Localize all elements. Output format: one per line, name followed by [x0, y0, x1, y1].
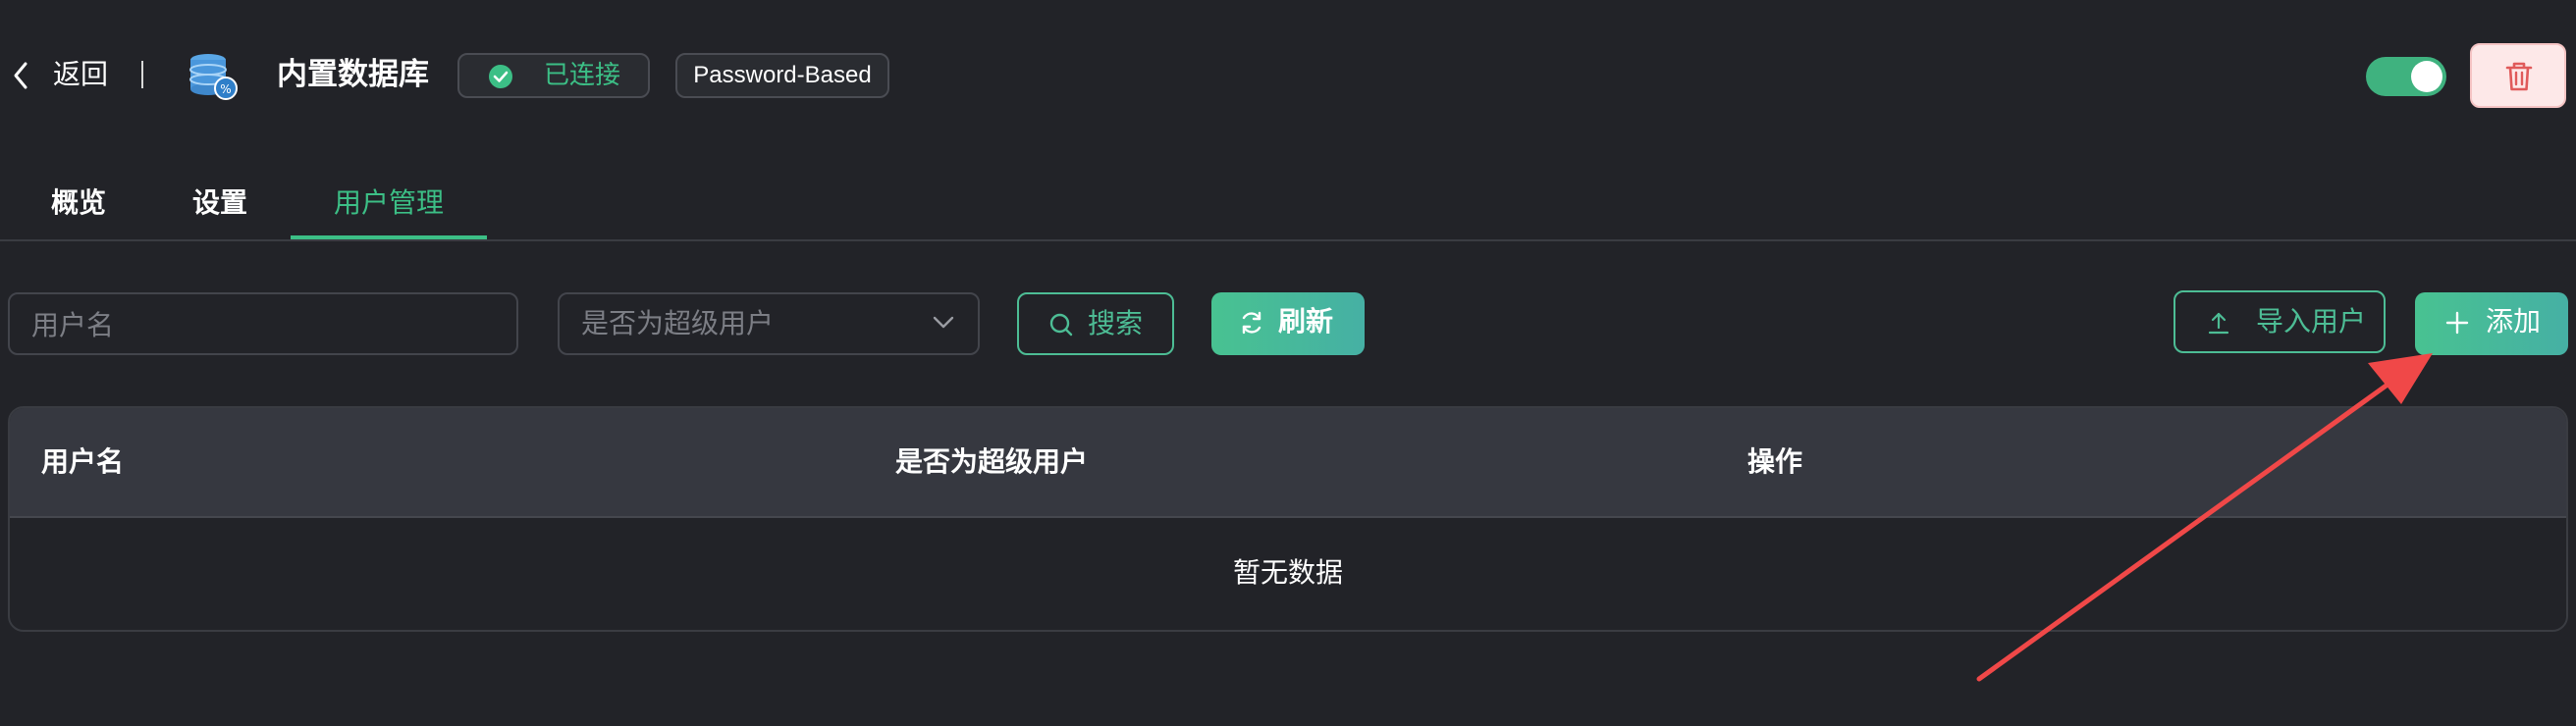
auth-type-badge: Password-Based — [675, 53, 889, 98]
import-users-button-label: 导入用户 — [2256, 305, 2367, 337]
search-button[interactable]: 搜索 — [1017, 292, 1174, 355]
back-link[interactable]: 返回 — [53, 55, 108, 94]
refresh-button[interactable]: 刷新 — [1211, 292, 1365, 355]
connection-status-text: 已连接 — [544, 61, 621, 90]
database-title: 内置数据库 — [277, 57, 429, 92]
column-header-actions: 操作 — [1747, 445, 1803, 478]
plus-icon — [2445, 311, 2469, 335]
connection-status-badge: 已连接 — [457, 53, 650, 98]
chevron-left-icon[interactable] — [12, 61, 29, 90]
superuser-select[interactable]: 是否为超级用户 — [558, 292, 980, 355]
chevron-down-icon — [933, 316, 954, 329]
table-empty-text: 暂无数据 — [1232, 556, 1343, 589]
tab-settings[interactable]: 设置 — [192, 182, 247, 224]
svg-text:%: % — [220, 82, 231, 96]
column-header-superuser: 是否为超级用户 — [895, 445, 1089, 478]
username-search-field — [8, 292, 518, 355]
refresh-button-label: 刷新 — [1278, 305, 1334, 337]
check-circle-icon — [489, 65, 512, 88]
tabs-divider — [0, 239, 2576, 241]
username-input[interactable] — [29, 294, 505, 355]
header-divider — [141, 61, 143, 88]
tab-overview[interactable]: 概览 — [51, 182, 106, 224]
users-table: 用户名 是否为超级用户 操作 暂无数据 — [8, 406, 2568, 632]
trash-icon — [2505, 62, 2533, 91]
search-button-label: 搜索 — [1088, 307, 1144, 339]
add-user-button-label: 添加 — [2486, 305, 2542, 337]
refresh-icon — [1242, 311, 1261, 335]
database-icon: % — [189, 54, 238, 100]
page: 返回 % 内置数据库 已连接 Password-Based 概览 设置 用户管理 — [0, 0, 2576, 726]
active-tab-indicator — [291, 235, 487, 239]
enable-toggle[interactable] — [2366, 57, 2446, 96]
tab-user-management[interactable]: 用户管理 — [334, 182, 444, 224]
toggle-knob — [2411, 61, 2442, 92]
upload-icon — [2208, 312, 2229, 335]
add-user-button[interactable]: 添加 — [2415, 292, 2568, 355]
search-icon — [1049, 313, 1073, 337]
delete-button[interactable] — [2470, 43, 2566, 108]
superuser-select-placeholder: 是否为超级用户 — [581, 307, 775, 339]
import-users-button[interactable]: 导入用户 — [2174, 290, 2386, 353]
column-header-username: 用户名 — [41, 445, 125, 478]
table-header: 用户名 是否为超级用户 操作 — [10, 408, 2566, 518]
